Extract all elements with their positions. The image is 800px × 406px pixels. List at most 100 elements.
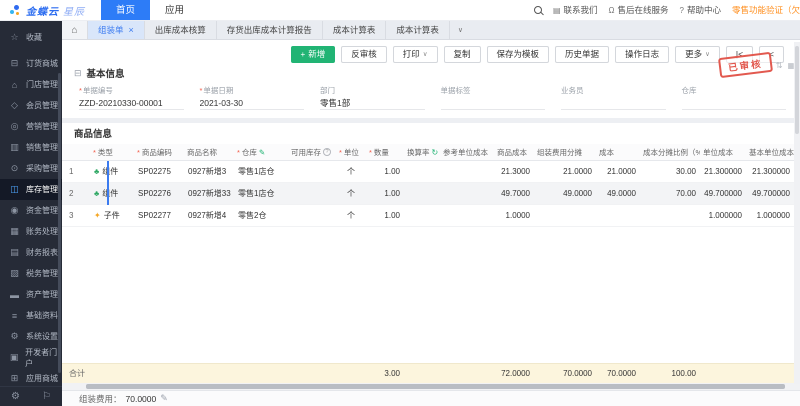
toolbar-button[interactable]: 操作日志∨ — [615, 46, 669, 63]
cell-base-unit-cost[interactable]: 49.700000 — [746, 189, 794, 198]
field-value[interactable] — [561, 96, 666, 110]
cell-code[interactable]: SP02275 — [134, 167, 184, 176]
help-circle-icon[interactable]: ? — [323, 148, 331, 156]
cell-unit-cost[interactable]: 49.700000 — [700, 189, 746, 198]
cell-type[interactable]: ♣组件 — [90, 188, 134, 199]
sidebar-item[interactable]: ▤ 财务报表 — [0, 242, 62, 263]
horizontal-scrollbar[interactable] — [62, 383, 800, 390]
document-tab[interactable]: 成本计算表 × — [386, 21, 450, 39]
col-goods-cost[interactable]: 商品成本 — [494, 144, 534, 160]
sidebar-item[interactable]: ▥ 销售管理 — [0, 137, 62, 158]
sidebar-item[interactable]: ▦ 账务处理 — [0, 221, 62, 242]
top-link[interactable]: ▤联系我们 — [553, 4, 598, 16]
cell-qty[interactable]: 1.00 — [366, 167, 404, 176]
edit-icon[interactable]: ✎ — [160, 393, 168, 404]
cell-warehouse[interactable]: 零售1店仓 — [234, 166, 288, 177]
col-rate[interactable]: 换算率↻ — [404, 144, 440, 160]
field-value[interactable]: ZZD-20210330-00001 — [79, 96, 184, 110]
cell-unit-cost[interactable]: 1.000000 — [700, 211, 746, 220]
sidebar-scrollbar[interactable] — [58, 73, 61, 373]
toolbar-button[interactable]: 反审核∨ — [341, 46, 387, 63]
field-value[interactable]: 2021-03-30 — [200, 96, 305, 110]
batch-fill-icon[interactable]: ✎ — [259, 148, 265, 157]
toolbar-button[interactable]: 历史单据∨ — [555, 46, 609, 63]
sidebar-item[interactable]: ◎ 营销管理 — [0, 116, 62, 137]
collapse-icon[interactable]: ⊟ — [74, 68, 82, 79]
sidebar-item[interactable]: ≡ 基础资料 — [0, 305, 62, 326]
pin-icon[interactable]: ⚐ — [42, 391, 51, 402]
cell-goods-cost[interactable]: 1.0000 — [494, 211, 534, 220]
toolbar-button[interactable]: 更多∨ — [675, 46, 720, 63]
vertical-scrollbar[interactable] — [794, 42, 800, 384]
cell-qty[interactable]: 1.00 — [366, 189, 404, 198]
col-base-unit-cost[interactable]: 基本单位成本 — [746, 144, 794, 160]
toolbar-button[interactable]: 打印∨ — [393, 46, 438, 63]
sidebar-item[interactable]: ▬ 资产管理 — [0, 284, 62, 305]
refresh-icon[interactable]: ↻ — [432, 148, 439, 157]
toolbar-button[interactable]: +新增∨ — [291, 46, 336, 63]
document-tab[interactable]: 出库成本核算 × — [145, 21, 217, 39]
col-available[interactable]: 可用库存? — [288, 144, 336, 160]
sidebar-item[interactable]: ▣ 开发者门户 — [0, 347, 62, 368]
search-icon[interactable] — [534, 6, 542, 14]
cell-base-unit-cost[interactable]: 1.000000 — [746, 211, 794, 220]
cell-code[interactable]: SP02276 — [134, 189, 184, 198]
cell-assembly-share[interactable]: 49.0000 — [534, 189, 596, 198]
table-row[interactable]: 3 ✦子件 SP02277 0927新增4 零售2仓 个 1.00 1.0000 — [62, 205, 800, 227]
col-qty[interactable]: 数量 — [366, 144, 404, 160]
field-value[interactable]: 零售1部 — [320, 96, 425, 110]
cell-code[interactable]: SP02277 — [134, 211, 184, 220]
cell-name[interactable]: 0927新增33 — [184, 188, 234, 199]
top-nav-item[interactable]: 应用 — [150, 0, 199, 21]
cell-cost[interactable]: 21.0000 — [596, 167, 640, 176]
sidebar-item[interactable]: ◉ 资金管理 — [0, 200, 62, 221]
cell-unit[interactable]: 个 — [336, 188, 366, 199]
col-unit[interactable]: 单位 — [336, 144, 366, 160]
document-tab[interactable]: 组装单 × — [88, 21, 145, 39]
cell-assembly-share[interactable]: 21.0000 — [534, 167, 596, 176]
document-tab[interactable]: 成本计算表 × — [323, 21, 387, 39]
col-type[interactable]: 类型 — [90, 144, 134, 160]
toolbar-button[interactable]: 保存为模板∨ — [487, 46, 550, 63]
cell-cost[interactable]: 49.0000 — [596, 189, 640, 198]
cell-unit[interactable]: 个 — [336, 210, 366, 221]
top-nav-item[interactable]: 首页 — [101, 0, 150, 21]
col-code[interactable]: 商品编码 — [134, 144, 184, 160]
cell-warehouse[interactable]: 零售2仓 — [234, 210, 288, 221]
sidebar-item[interactable]: ⌂ 门店管理 — [0, 74, 62, 95]
col-ref-unit-cost[interactable]: 参考单位成本 — [440, 144, 494, 160]
sidebar-item[interactable]: ◇ 会员管理 — [0, 95, 62, 116]
top-link[interactable]: ?帮助中心 — [680, 4, 721, 16]
cell-type[interactable]: ✦子件 — [90, 210, 134, 221]
cell-warehouse[interactable]: 零售1店仓 — [234, 188, 288, 199]
cell-goods-cost[interactable]: 49.7000 — [494, 189, 534, 198]
col-name[interactable]: 商品名称 — [184, 144, 234, 160]
sidebar-item[interactable]: ◫ 库存管理 — [0, 179, 62, 200]
sidebar-item[interactable]: ⚙ 系统设置 — [0, 326, 62, 347]
cell-name[interactable]: 0927新增4 — [184, 210, 234, 221]
cell-name[interactable]: 0927新增3 — [184, 166, 234, 177]
table-row[interactable]: 1 ♣组件 SP02275 0927新增3 零售1店仓 个 1.00 21.30… — [62, 161, 800, 183]
expand-icon[interactable]: ⇅ — [776, 61, 783, 70]
cell-goods-cost[interactable]: 21.3000 — [494, 167, 534, 176]
gear-icon[interactable]: ⚙ — [11, 391, 20, 402]
col-warehouse[interactable]: 仓库✎ — [234, 144, 288, 160]
col-unit-cost[interactable]: 单位成本 — [700, 144, 746, 160]
col-cost-ratio[interactable]: 成本分摊比例（%） — [640, 144, 700, 160]
field-value[interactable] — [682, 96, 787, 110]
field-value[interactable] — [441, 96, 546, 110]
sidebar-item[interactable]: ▨ 税务管理 — [0, 263, 62, 284]
vertical-scrollbar-thumb[interactable] — [795, 46, 799, 134]
sidebar-item[interactable]: ⊟ 订货商城 — [0, 53, 62, 74]
top-link[interactable]: Ω售后在线服务 — [609, 4, 669, 16]
cell-base-unit-cost[interactable]: 21.300000 — [746, 167, 794, 176]
cell-cost-ratio[interactable]: 70.00 — [640, 189, 700, 198]
tab-overflow-chevron[interactable]: ∨ — [450, 21, 471, 39]
sidebar-item[interactable]: ☆ 收藏 — [0, 27, 62, 48]
document-tab[interactable]: 存货出库成本计算报告 × — [217, 21, 323, 39]
cell-cost-ratio[interactable]: 30.00 — [640, 167, 700, 176]
close-icon[interactable]: × — [129, 25, 134, 35]
table-row[interactable]: 2 ♣组件 SP02276 0927新增33 零售1店仓 个 1.00 49.7… — [62, 183, 800, 205]
col-assembly-share[interactable]: 组装费用分摊 — [534, 144, 596, 160]
horizontal-scrollbar-thumb[interactable] — [86, 384, 785, 389]
